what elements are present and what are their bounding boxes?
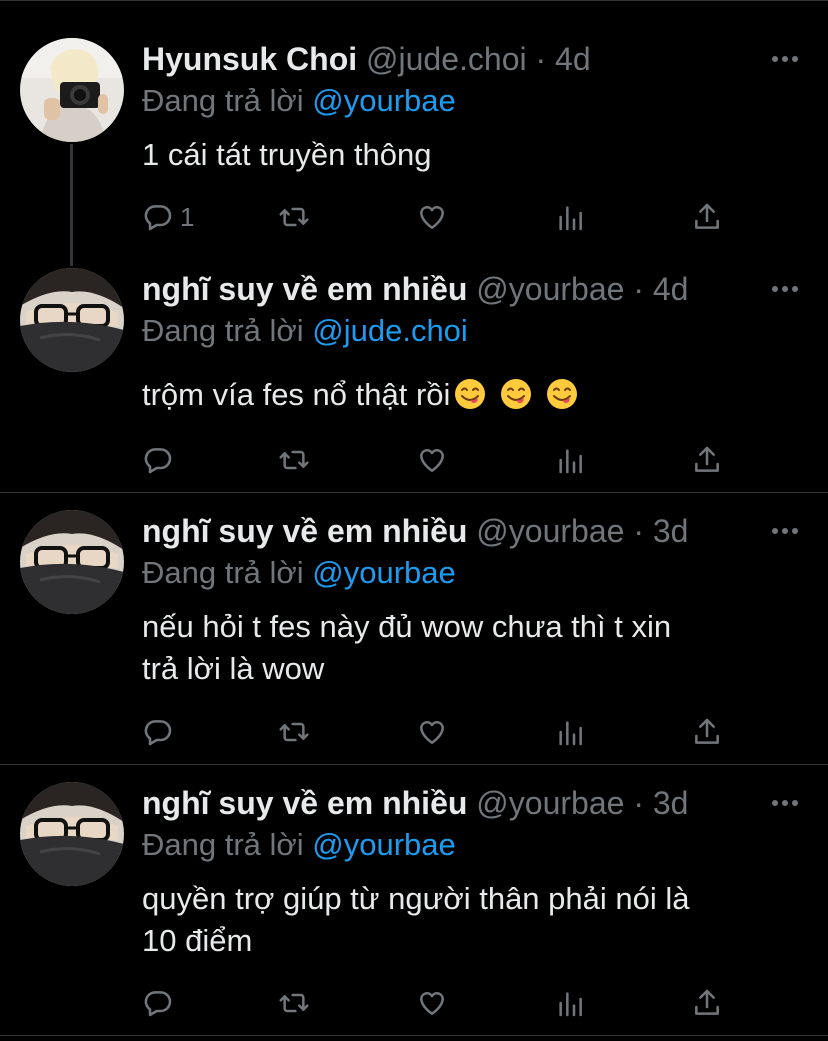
- avatar-yourbae[interactable]: [20, 510, 124, 614]
- tweet-text-line: 10 điểm: [142, 923, 253, 958]
- avatar-hyunsuk-choi[interactable]: [20, 38, 124, 142]
- timestamp[interactable]: · 4d: [535, 41, 590, 77]
- reply-icon: [142, 201, 174, 233]
- analytics-icon: [554, 201, 586, 233]
- timestamp[interactable]: · 3d: [633, 785, 688, 821]
- like-button[interactable]: [416, 986, 448, 1020]
- tweet-text-line: 1 cái tát truyền thông: [142, 137, 432, 172]
- replying-to-handle[interactable]: @yourbae: [312, 827, 456, 862]
- share-icon: [691, 987, 723, 1019]
- like-button[interactable]: [416, 443, 448, 477]
- like-icon: [416, 716, 448, 748]
- display-name[interactable]: nghĩ suy về em nhiều: [142, 785, 467, 821]
- user-handle[interactable]: @yourbae: [476, 271, 624, 307]
- like-button[interactable]: [416, 715, 448, 749]
- tweet-2-header: nghĩ suy về em nhiều @yourbae · 4d: [142, 270, 758, 308]
- tweet-text: quyền trợ giúp từ người thân phải nói là…: [142, 878, 802, 962]
- replying-to: Đang trả lời @yourbae: [142, 82, 456, 120]
- analytics-icon: [554, 444, 586, 476]
- tweet-actions: [142, 986, 742, 1022]
- user-handle[interactable]: @yourbae: [476, 785, 624, 821]
- analytics-button[interactable]: [554, 443, 586, 477]
- share-button[interactable]: [691, 715, 723, 749]
- tweet-3-header: nghĩ suy về em nhiều @yourbae · 3d: [142, 512, 758, 550]
- replying-to-handle[interactable]: @yourbae: [312, 555, 456, 590]
- timestamp[interactable]: · 3d: [633, 513, 688, 549]
- analytics-button[interactable]: [554, 715, 586, 749]
- face-savoring-food-emoji: [500, 378, 532, 410]
- analytics-icon: [554, 716, 586, 748]
- replying-to-handle[interactable]: @yourbae: [312, 83, 456, 118]
- retweet-button[interactable]: [278, 986, 310, 1020]
- reply-button[interactable]: 1: [142, 200, 194, 234]
- replying-to-handle[interactable]: @jude.choi: [312, 313, 468, 348]
- analytics-button[interactable]: [554, 200, 586, 234]
- thread-connector-line: [70, 144, 73, 266]
- share-icon: [691, 716, 723, 748]
- retweet-icon: [278, 716, 310, 748]
- reply-button[interactable]: [142, 986, 174, 1020]
- tweet-divider: [0, 764, 828, 765]
- tweet-divider: [0, 492, 828, 493]
- more-icon[interactable]: [772, 528, 798, 536]
- reply-icon: [142, 444, 174, 476]
- face-savoring-food-emoji: [546, 378, 578, 410]
- display-name[interactable]: nghĩ suy về em nhiều: [142, 513, 467, 549]
- share-button[interactable]: [691, 443, 723, 477]
- replying-to-label: Đang trả lời: [142, 313, 304, 348]
- replying-to: Đang trả lời @jude.choi: [142, 312, 468, 350]
- replying-to: Đang trả lời @yourbae: [142, 554, 456, 592]
- reply-button[interactable]: [142, 715, 174, 749]
- tweet-actions: [142, 715, 742, 751]
- display-name[interactable]: nghĩ suy về em nhiều: [142, 271, 467, 307]
- more-icon[interactable]: [772, 800, 798, 808]
- avatar-yourbae[interactable]: [20, 268, 124, 372]
- reply-icon: [142, 716, 174, 748]
- retweet-icon: [278, 987, 310, 1019]
- tweet-divider: [0, 1035, 828, 1036]
- tweet-text-line: trả lời là wow: [142, 651, 325, 686]
- tweet-text-line: trộm vía fes nổ thật rồi: [142, 377, 451, 412]
- retweet-button[interactable]: [278, 443, 310, 477]
- analytics-icon: [554, 987, 586, 1019]
- replying-to: Đang trả lời @yourbae: [142, 826, 456, 864]
- user-handle[interactable]: @yourbae: [476, 513, 624, 549]
- tweet-actions: 1: [142, 200, 742, 236]
- retweet-icon: [278, 444, 310, 476]
- user-handle[interactable]: @jude.choi: [366, 41, 527, 77]
- tweet-4-header: nghĩ suy về em nhiều @yourbae · 3d: [142, 784, 758, 822]
- display-name[interactable]: Hyunsuk Choi: [142, 41, 357, 77]
- tweet-text: nếu hỏi t fes này đủ wow chưa thì t xin …: [142, 606, 802, 690]
- tweet-text: 1 cái tát truyền thông: [142, 134, 802, 176]
- share-button[interactable]: [691, 986, 723, 1020]
- like-icon: [416, 987, 448, 1019]
- share-icon: [691, 444, 723, 476]
- tweet-1-header: Hyunsuk Choi @jude.choi · 4d: [142, 40, 758, 78]
- timestamp[interactable]: · 4d: [633, 271, 688, 307]
- tweet-text-line: quyền trợ giúp từ người thân phải nói là: [142, 881, 690, 916]
- share-icon: [691, 201, 723, 233]
- retweet-icon: [278, 201, 310, 233]
- replying-to-label: Đang trả lời: [142, 83, 304, 118]
- top-divider: [0, 0, 828, 1]
- like-icon: [416, 201, 448, 233]
- reply-count: 1: [180, 201, 195, 232]
- tweet-text-line: nếu hỏi t fes này đủ wow chưa thì t xin: [142, 609, 672, 644]
- reply-button[interactable]: [142, 443, 174, 477]
- like-icon: [416, 444, 448, 476]
- analytics-button[interactable]: [554, 986, 586, 1020]
- like-button[interactable]: [416, 200, 448, 234]
- retweet-button[interactable]: [278, 715, 310, 749]
- reply-icon: [142, 987, 174, 1019]
- replying-to-label: Đang trả lời: [142, 555, 304, 590]
- replying-to-label: Đang trả lời: [142, 827, 304, 862]
- tweet-actions: [142, 443, 742, 479]
- avatar-yourbae[interactable]: [20, 782, 124, 886]
- tweet-text: trộm vía fes nổ thật rồi: [142, 374, 802, 416]
- face-savoring-food-emoji: [454, 378, 486, 410]
- share-button[interactable]: [691, 200, 723, 234]
- more-icon[interactable]: [772, 286, 798, 294]
- retweet-button[interactable]: [278, 200, 310, 234]
- more-icon[interactable]: [772, 56, 798, 64]
